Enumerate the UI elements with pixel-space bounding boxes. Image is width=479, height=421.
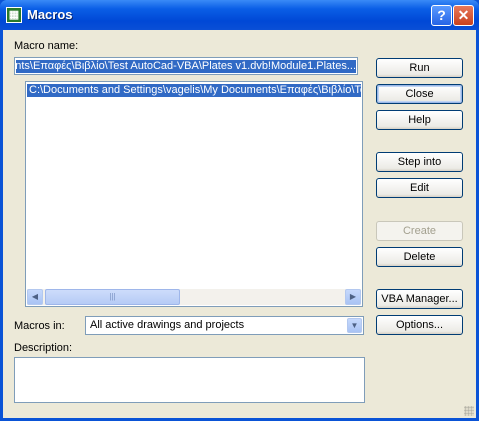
edit-button[interactable]: Edit bbox=[376, 178, 463, 198]
macros-in-label: Macros in: bbox=[14, 320, 65, 332]
list-item[interactable]: C:\Documents and Settings\vagelis\My Doc… bbox=[27, 84, 361, 97]
scroll-left-icon[interactable]: ◀ bbox=[27, 289, 43, 305]
title-bar[interactable]: ▦ Macros ? ✕ bbox=[0, 0, 479, 30]
title-close-button[interactable]: ✕ bbox=[453, 5, 474, 26]
dialog-client-area: Macro name: ...ents\Επαφές\Βιβλίο\Test A… bbox=[3, 30, 476, 418]
close-button[interactable]: Close bbox=[376, 84, 463, 104]
description-field[interactable] bbox=[14, 357, 365, 403]
options-button[interactable]: Options... bbox=[376, 315, 463, 335]
scroll-right-icon[interactable]: ▶ bbox=[345, 289, 361, 305]
macro-list[interactable]: C:\Documents and Settings\vagelis\My Doc… bbox=[25, 81, 363, 307]
delete-button[interactable]: Delete bbox=[376, 247, 463, 267]
description-label: Description: bbox=[14, 342, 73, 354]
macros-app-icon: ▦ bbox=[6, 7, 22, 23]
macro-name-label: Macro name: bbox=[14, 40, 79, 52]
create-button[interactable]: Create bbox=[376, 221, 463, 241]
window-title: Macros bbox=[27, 7, 73, 22]
dropdown-arrow-icon[interactable]: ▼ bbox=[347, 318, 362, 333]
horizontal-scrollbar[interactable]: ◀ ||| ▶ bbox=[27, 289, 361, 305]
step-into-button[interactable]: Step into bbox=[376, 152, 463, 172]
macro-name-input[interactable]: ...ents\Επαφές\Βιβλίο\Test AutoCad-VBA\P… bbox=[14, 57, 358, 75]
run-button[interactable]: Run bbox=[376, 58, 463, 78]
scrollbar-thumb[interactable]: ||| bbox=[45, 289, 180, 305]
macros-in-select[interactable]: All active drawings and projects ▼ bbox=[85, 316, 364, 335]
help-icon: ? bbox=[437, 7, 446, 23]
help-button[interactable]: Help bbox=[376, 110, 463, 130]
macros-dialog: ▦ Macros ? ✕ Macro name: ...ents\Επαφές\… bbox=[0, 0, 479, 421]
resize-grip[interactable] bbox=[464, 406, 474, 416]
macro-name-value: ...ents\Επαφές\Βιβλίο\Test AutoCad-VBA\P… bbox=[16, 60, 356, 73]
macros-in-value: All active drawings and projects bbox=[90, 319, 245, 331]
vba-manager-button[interactable]: VBA Manager... bbox=[376, 289, 463, 309]
close-icon: ✕ bbox=[457, 7, 470, 23]
title-help-button[interactable]: ? bbox=[431, 5, 452, 26]
